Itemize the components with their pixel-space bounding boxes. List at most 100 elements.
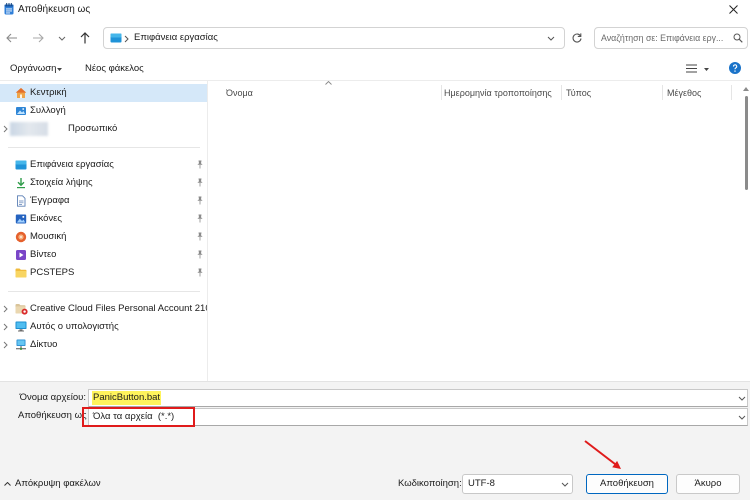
chevron-down-icon — [58, 36, 66, 41]
nav-item-label: Επιφάνεια εργασίας — [30, 159, 114, 170]
chevron-right-icon[interactable] — [3, 125, 8, 133]
nav-item-documents[interactable]: Έγγραφα — [0, 192, 207, 210]
nav-item-label: Δίκτυο — [30, 339, 58, 350]
pin-icon — [196, 232, 204, 241]
up-button[interactable] — [77, 29, 93, 47]
view-options-button[interactable] — [683, 60, 711, 78]
title-bar — [0, 0, 750, 20]
navigation-pane[interactable]: Κεντρική Συλλογή Προσωπικό Επιφάνεια εργ… — [0, 81, 208, 381]
annotation-highlight-box — [82, 407, 195, 427]
address-dropdown-chevron-icon[interactable] — [547, 36, 555, 41]
nav-item-this-pc[interactable]: Αυτός ο υπολογιστής — [0, 318, 207, 336]
nav-item-label: Κεντρική — [30, 87, 67, 98]
notepad-icon — [4, 3, 14, 15]
column-header-name[interactable]: Όνομα — [226, 86, 438, 100]
redacted-region — [10, 122, 48, 136]
chevron-right-icon[interactable] — [3, 305, 8, 313]
nav-item-personal[interactable]: Προσωπικό — [0, 120, 207, 138]
pin-icon — [196, 268, 204, 277]
nav-item-desktop[interactable]: Επιφάνεια εργασίας — [0, 156, 207, 174]
file-name-label: Όνομα αρχείου: — [19, 392, 86, 403]
new-folder-button[interactable]: Νέος φάκελος — [81, 60, 147, 78]
close-icon — [729, 5, 738, 14]
chevron-down-icon[interactable] — [738, 396, 746, 401]
column-divider[interactable] — [441, 85, 442, 100]
nav-item-home[interactable]: Κεντρική — [0, 84, 207, 102]
file-name-input[interactable]: PanicButton.bat — [88, 389, 748, 407]
pin-icon — [196, 160, 204, 169]
desktop-icon — [15, 160, 27, 170]
network-icon — [15, 339, 27, 350]
forward-button[interactable] — [29, 29, 47, 47]
encoding-label: Κωδικοποίηση: — [398, 478, 462, 489]
nav-item-pictures[interactable]: Εικόνες — [0, 210, 207, 228]
hide-folders-button[interactable]: Απόκρυψη φακέλων — [2, 476, 101, 492]
nav-item-label: Συλλογή — [30, 105, 66, 116]
recent-locations-button[interactable] — [55, 29, 69, 47]
column-header-date-modified[interactable]: Ημερομηνία τροποποίησης — [444, 86, 559, 100]
column-header-type[interactable]: Τύπος — [566, 86, 660, 100]
address-bar[interactable]: Επιφάνεια εργασίας — [103, 27, 565, 49]
nav-item-network[interactable]: Δίκτυο — [0, 336, 207, 354]
nav-item-pcsteps[interactable]: PCSTEPS — [0, 264, 207, 282]
nav-item-label: Προσωπικό — [68, 123, 118, 134]
column-divider[interactable] — [561, 85, 562, 100]
nav-item-label: Μουσική — [30, 231, 67, 242]
nav-item-downloads[interactable]: Στοιχεία λήψης — [0, 174, 207, 192]
chevron-right-icon[interactable] — [3, 341, 8, 349]
chevron-right-icon[interactable] — [3, 323, 8, 331]
nav-item-creative-cloud[interactable]: Creative Cloud Files Personal Account 21… — [0, 300, 207, 318]
pin-icon — [196, 196, 204, 205]
nav-item-label: PCSTEPS — [30, 267, 75, 278]
breadcrumb-segment[interactable]: Επιφάνεια εργασίας — [134, 28, 218, 48]
chevron-down-icon — [561, 482, 569, 487]
encoding-select[interactable]: UTF-8 — [462, 474, 573, 494]
view-options-icon — [686, 64, 697, 73]
vertical-scrollbar-thumb[interactable] — [745, 96, 748, 190]
chevron-down-icon — [57, 68, 62, 71]
search-input[interactable] — [594, 27, 748, 49]
gallery-icon — [15, 105, 27, 117]
this-pc-icon — [15, 321, 27, 332]
scroll-up-arrow-icon[interactable] — [743, 87, 749, 91]
nav-item-label: Έγγραφα — [30, 195, 70, 206]
column-divider[interactable] — [731, 85, 732, 100]
refresh-button[interactable] — [568, 29, 586, 47]
nav-item-gallery[interactable]: Συλλογή — [0, 102, 207, 120]
close-button[interactable] — [722, 0, 746, 18]
search-icon — [733, 33, 743, 43]
nav-item-music[interactable]: Μουσική — [0, 228, 207, 246]
nav-item-videos[interactable]: Βίντεο — [0, 246, 207, 264]
chevron-down-icon[interactable] — [738, 415, 746, 420]
organize-button[interactable]: Οργάνωση — [6, 60, 66, 78]
back-button[interactable] — [3, 29, 21, 47]
nav-item-label: Creative Cloud Files Personal Account 21… — [30, 303, 208, 314]
column-divider[interactable] — [662, 85, 663, 100]
nav-item-label: Βίντεο — [30, 249, 57, 260]
window-title: Αποθήκευση ως — [18, 4, 91, 15]
encoding-value: UTF-8 — [468, 478, 495, 489]
help-button[interactable] — [727, 60, 743, 76]
music-icon — [15, 231, 27, 243]
file-name-value: PanicButton.bat — [92, 391, 162, 405]
downloads-icon — [15, 177, 27, 189]
help-icon — [729, 62, 741, 74]
pin-icon — [196, 178, 204, 187]
annotation-arrow — [584, 440, 621, 469]
save-as-type-label: Αποθήκευση ως — [18, 410, 87, 421]
save-button[interactable]: Αποθήκευση — [586, 474, 668, 494]
nav-separator — [8, 147, 200, 148]
documents-icon — [15, 195, 27, 207]
column-header-size[interactable]: Μέγεθος — [667, 86, 729, 100]
chevron-down-icon — [704, 68, 709, 71]
nav-item-label: Στοιχεία λήψης — [30, 177, 93, 188]
file-list-area[interactable] — [208, 81, 750, 381]
nav-separator — [8, 291, 200, 292]
up-arrow-icon — [80, 32, 90, 44]
home-icon — [15, 87, 27, 99]
new-folder-label: Νέος φάκελος — [85, 63, 144, 74]
nav-item-label: Εικόνες — [30, 213, 62, 224]
breadcrumb-separator-icon[interactable] — [124, 35, 129, 43]
organize-label: Οργάνωση — [10, 63, 57, 74]
cancel-button[interactable]: Άκυρο — [676, 474, 740, 494]
